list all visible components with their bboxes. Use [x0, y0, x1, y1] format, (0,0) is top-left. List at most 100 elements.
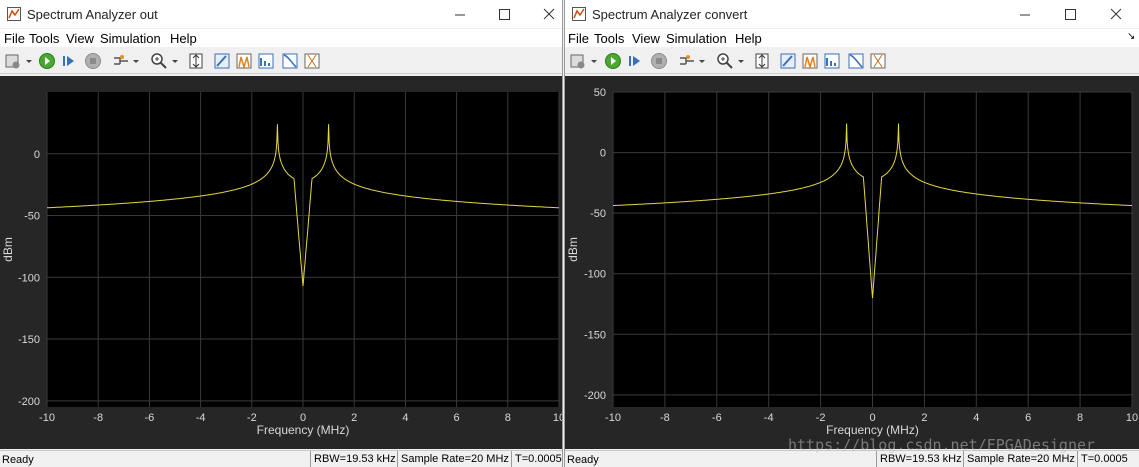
settings-icon[interactable]	[4, 52, 22, 70]
menu-bar: File Tools View Simulation Help ↘	[565, 29, 1139, 47]
y-tick-label: -100	[584, 269, 606, 281]
spectrum-settings-icon[interactable]	[779, 52, 797, 70]
y-tick-label: 0	[34, 149, 40, 161]
maximize-button[interactable]	[1056, 4, 1084, 24]
plot-area: -10 -8 -6 -4 -2 0 2 4 6 8 10 50 0 -50 -100 -150 -200 Freq…	[565, 76, 1139, 449]
ccdf-icon[interactable]	[847, 52, 865, 70]
y-tick-label: 0	[600, 148, 606, 160]
dropdown-arrow-icon[interactable]	[736, 52, 746, 70]
autoscale-icon[interactable]	[753, 52, 771, 70]
run-icon[interactable]	[604, 52, 622, 70]
title-bar[interactable]: Spectrum Analyzer convert	[565, 0, 1139, 28]
title-bar[interactable]: Spectrum Analyzer out	[0, 0, 562, 28]
status-time: T=0.0005	[511, 451, 562, 467]
y-axis-label: dBm	[566, 237, 580, 262]
status-sample-rate: Sample Rate=20 MHz	[963, 451, 1075, 467]
x-tick-label: 4	[973, 412, 979, 424]
menu-help[interactable]: Help	[735, 31, 762, 46]
y-tick-label: -50	[24, 211, 40, 223]
x-tick-label: -8	[660, 412, 670, 424]
dropdown-arrow-icon[interactable]	[589, 52, 599, 70]
spectrum-analyzer-convert-window: Spectrum Analyzer convert File Tools Vie…	[564, 0, 1139, 467]
x-tick-label: 4	[402, 412, 408, 424]
menu-tools[interactable]: Tools	[29, 31, 59, 46]
y-tick-label: -50	[590, 208, 606, 220]
x-tick-label: 8	[505, 412, 511, 424]
y-tick-label: 50	[594, 87, 606, 99]
ccdf-icon[interactable]	[281, 52, 299, 70]
x-tick-label: -6	[145, 412, 155, 424]
dock-arrow-icon[interactable]: ↘	[1127, 31, 1135, 42]
step-forward-icon[interactable]	[626, 52, 644, 70]
peak-finder-icon[interactable]	[801, 52, 819, 70]
stop-icon[interactable]	[84, 52, 102, 70]
menu-file[interactable]: File	[4, 31, 25, 46]
cursor-measurements-icon[interactable]	[869, 52, 887, 70]
autoscale-icon[interactable]	[187, 52, 205, 70]
maximize-button[interactable]	[490, 4, 518, 24]
run-icon[interactable]	[38, 52, 56, 70]
spectrum-plot[interactable]: -10-8-6-4-202468100-50-100-150-200Freque…	[0, 76, 562, 449]
y-tick-label: -100	[18, 272, 40, 284]
toolbar	[565, 49, 1139, 74]
dropdown-arrow-icon[interactable]	[24, 52, 34, 70]
menu-view[interactable]: View	[66, 31, 94, 46]
menu-view[interactable]: View	[632, 31, 660, 46]
x-tick-label: 10	[553, 412, 562, 424]
menu-simulation[interactable]: Simulation	[100, 31, 161, 46]
dropdown-arrow-icon[interactable]	[697, 52, 707, 70]
cursor-measurements-icon[interactable]	[303, 52, 321, 70]
x-tick-label: -4	[764, 412, 774, 424]
minimize-button[interactable]	[1011, 4, 1039, 24]
x-tick-label: 6	[454, 412, 460, 424]
menu-bar: File Tools View Simulation Help	[0, 29, 562, 47]
spectrum-plot[interactable]: -10 -8 -6 -4 -2 0 2 4 6 8 10500-50-100-150-200Freq…	[565, 76, 1139, 449]
matlab-icon	[572, 7, 586, 21]
toolbar	[0, 49, 562, 74]
y-tick-label: -200	[18, 396, 40, 408]
x-axis-label: Frequency (MHz)	[257, 423, 350, 437]
status-time: T=0.0005	[1077, 451, 1128, 467]
y-axis-label: dBm	[1, 237, 15, 262]
y-tick-label: -150	[18, 334, 40, 346]
step-forward-icon[interactable]	[60, 52, 78, 70]
menu-tools[interactable]: Tools	[594, 31, 624, 46]
status-ready: Ready	[567, 454, 599, 466]
menu-file[interactable]: File	[568, 31, 589, 46]
x-tick-label: 10	[1126, 412, 1138, 424]
dropdown-arrow-icon[interactable]	[131, 52, 141, 70]
x-tick-label: -2	[247, 412, 257, 424]
x-tick-label: -10	[605, 412, 621, 424]
status-bar: Ready RBW=19.53 kHz Sample Rate=20 MHz T…	[565, 450, 1139, 467]
status-rbw: RBW=19.53 kHz	[876, 451, 962, 467]
x-tick-label: 8	[1077, 412, 1083, 424]
close-button[interactable]	[535, 4, 562, 24]
distortion-measurements-icon[interactable]	[823, 52, 841, 70]
zoom-in-icon[interactable]	[150, 52, 168, 70]
highlight-signal-icon[interactable]	[112, 52, 130, 70]
menu-simulation[interactable]: Simulation	[666, 31, 727, 46]
plot-area: -10-8-6-4-202468100-50-100-150-200Freque…	[0, 76, 562, 449]
x-tick-label: -6	[712, 412, 722, 424]
x-tick-label: -4	[196, 412, 206, 424]
status-bar: Ready RBW=19.53 kHz Sample Rate=20 MHz T…	[0, 450, 562, 467]
highlight-signal-icon[interactable]	[678, 52, 696, 70]
close-button[interactable]	[1102, 4, 1130, 24]
x-axis-label: Frequency (MHz)	[826, 423, 919, 437]
y-tick-label: -150	[584, 329, 606, 341]
matlab-icon	[7, 7, 21, 21]
settings-icon[interactable]	[569, 52, 587, 70]
status-sample-rate: Sample Rate=20 MHz	[397, 451, 509, 467]
dropdown-arrow-icon[interactable]	[170, 52, 180, 70]
peak-finder-icon[interactable]	[235, 52, 253, 70]
zoom-in-icon[interactable]	[716, 52, 734, 70]
status-rbw: RBW=19.53 kHz	[310, 451, 396, 467]
spectrum-analyzer-out-window: Spectrum Analyzer out File Tools View Si…	[0, 0, 563, 467]
x-tick-label: -2	[816, 412, 826, 424]
x-tick-label: -10	[39, 412, 55, 424]
distortion-measurements-icon[interactable]	[257, 52, 275, 70]
menu-help[interactable]: Help	[170, 31, 197, 46]
minimize-button[interactable]	[446, 4, 474, 24]
stop-icon[interactable]	[650, 52, 668, 70]
spectrum-settings-icon[interactable]	[213, 52, 231, 70]
